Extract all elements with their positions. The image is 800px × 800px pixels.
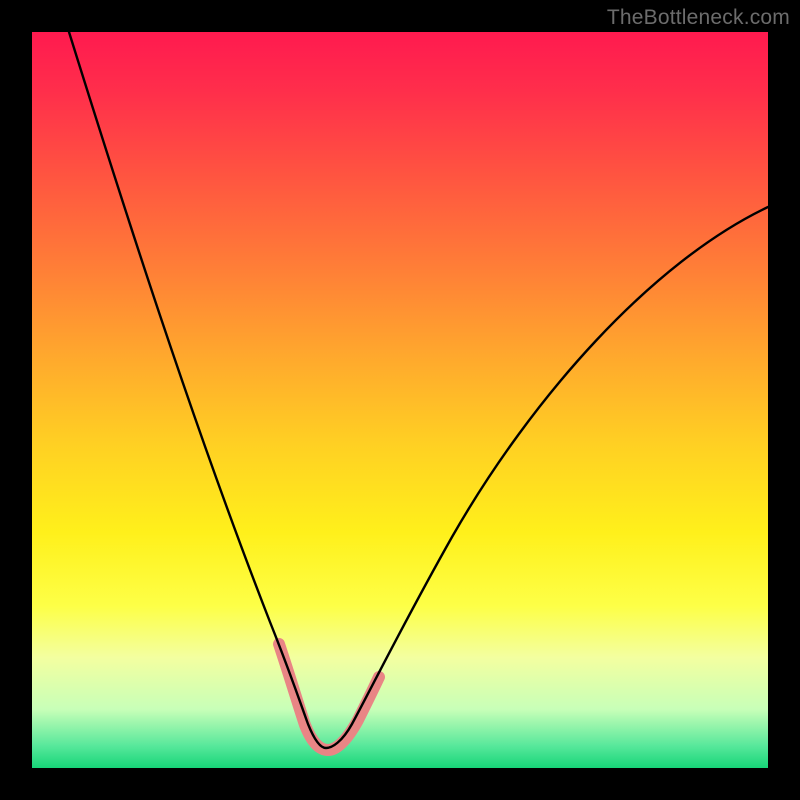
- watermark-text: TheBottleneck.com: [607, 6, 790, 30]
- plot-area: [32, 32, 768, 768]
- chart-stage: TheBottleneck.com: [0, 0, 800, 800]
- bottleneck-curve: [69, 32, 768, 748]
- curve-layer: [32, 32, 768, 768]
- pink-valley-overlay: [279, 644, 379, 750]
